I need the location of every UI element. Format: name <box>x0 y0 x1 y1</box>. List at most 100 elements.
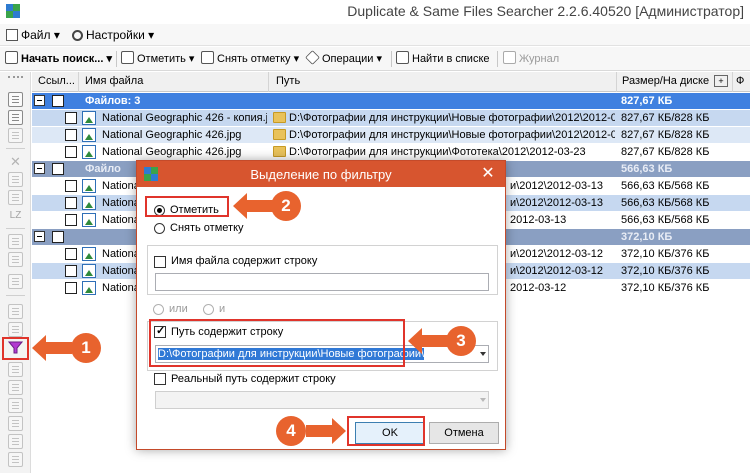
group-checkbox[interactable] <box>52 231 64 243</box>
journal-button[interactable]: Журнал <box>503 51 559 67</box>
mark-group-icon[interactable] <box>8 322 23 337</box>
menu-file[interactable]: Файл ▾ <box>6 27 60 43</box>
realpath-contains-combo[interactable] <box>155 391 489 409</box>
table-row[interactable]: National Geographic 426.jpg D:\Фотографи… <box>32 144 750 160</box>
mark-all-icon[interactable] <box>8 304 23 319</box>
collapse-group-icon[interactable] <box>34 231 45 242</box>
start-search-button[interactable]: Начать поиск... ▾ <box>5 51 112 67</box>
column-divider[interactable] <box>78 72 79 92</box>
toolbar-divider <box>497 51 498 67</box>
realpath-contains-checkbox[interactable] <box>154 373 166 385</box>
filename-contains-checkbox[interactable] <box>154 256 166 268</box>
image-file-icon <box>82 213 96 227</box>
window-title: Duplicate & Same Files Searcher 2.2.6.40… <box>347 3 744 19</box>
dialog-body: Отметить Снять отметку Имя файла содержи… <box>137 187 505 449</box>
file-icon <box>6 29 18 41</box>
filename-contains-input[interactable] <box>155 273 489 291</box>
column-extra[interactable]: Ф <box>736 75 744 87</box>
cancel-button[interactable]: Отмена <box>429 422 499 444</box>
realpath-contains-label[interactable]: Реальный путь содержит строку <box>171 373 336 385</box>
collapse-group-icon[interactable] <box>34 95 45 106</box>
column-path[interactable]: Путь <box>276 75 300 87</box>
mark-path-icon[interactable] <box>8 434 23 449</box>
move-icon[interactable] <box>8 190 23 205</box>
highlight-box <box>347 416 425 446</box>
start-search-label: Начать поиск... <box>21 53 104 65</box>
arrow-left-icon <box>32 335 72 361</box>
menu-settings[interactable]: Настройки ▾ <box>72 27 154 43</box>
find-in-list-button[interactable]: Найти в списке <box>396 51 490 67</box>
file-name: National Geographic 426 - копия.jpg <box>102 112 267 124</box>
recycle-icon[interactable] <box>8 172 23 187</box>
image-file-icon <box>82 247 96 261</box>
image-file-icon <box>82 111 96 125</box>
group-row[interactable]: Файлов: 3 827,67 КБ <box>32 93 750 109</box>
delete-icon[interactable]: ✕ <box>8 154 23 169</box>
file-size: 827,67 КБ/828 КБ <box>621 112 710 124</box>
or-radio[interactable] <box>153 304 164 315</box>
table-row[interactable]: National Geographic 426 - копия.jpg D:\Ф… <box>32 110 750 126</box>
step-badge: 3 <box>446 326 476 356</box>
mark-newest-icon[interactable] <box>8 380 23 395</box>
image-file-icon <box>82 128 96 142</box>
collapse-group-icon[interactable] <box>34 163 45 174</box>
file-checkbox[interactable] <box>65 197 77 209</box>
column-divider[interactable] <box>732 72 733 92</box>
step-badge: 2 <box>271 191 301 221</box>
list-icon[interactable] <box>8 128 23 143</box>
file-size: 566,63 КБ/568 КБ <box>621 180 710 192</box>
link-icon[interactable]: LZ <box>8 208 23 223</box>
folder-icon <box>273 129 286 140</box>
collapse-icon[interactable] <box>8 110 23 125</box>
file-checkbox[interactable] <box>65 129 77 141</box>
chevron-down-icon[interactable] <box>480 352 486 356</box>
tree-alt-icon[interactable] <box>8 252 23 267</box>
arrow-left-icon <box>408 328 448 354</box>
folder-icon <box>273 112 286 123</box>
file-checkbox[interactable] <box>65 265 77 277</box>
image-file-icon <box>82 179 96 193</box>
journal-icon <box>503 51 516 64</box>
column-divider[interactable] <box>616 72 617 92</box>
group-checkbox[interactable] <box>52 95 64 107</box>
and-radio[interactable] <box>203 304 214 315</box>
file-checkbox[interactable] <box>65 180 77 192</box>
group-checkbox[interactable] <box>52 163 64 175</box>
table-row[interactable]: National Geographic 426.jpg D:\Фотографи… <box>32 127 750 143</box>
copy-icon[interactable] <box>8 274 23 289</box>
app-icon <box>6 4 20 18</box>
column-size[interactable]: Размер/На диске <box>622 75 709 87</box>
mark-size-icon[interactable] <box>8 398 23 413</box>
mark-button[interactable]: Отметить ▾ <box>121 51 194 67</box>
group-size: 372,10 КБ <box>621 231 673 243</box>
mark-name-icon[interactable] <box>8 416 23 431</box>
checkbox-icon <box>121 51 134 64</box>
unmark-radio-label[interactable]: Снять отметку <box>170 222 244 234</box>
toolbar-divider <box>391 51 392 67</box>
unmark-radio[interactable] <box>154 223 165 234</box>
file-checkbox[interactable] <box>65 112 77 124</box>
file-checkbox[interactable] <box>65 214 77 226</box>
column-chooser-icon[interactable]: + <box>714 75 728 87</box>
file-checkbox[interactable] <box>65 248 77 260</box>
expand-icon[interactable] <box>8 92 23 107</box>
or-radio-label: или <box>169 303 188 315</box>
column-ref[interactable]: Ссыл... <box>38 75 75 87</box>
invert-icon[interactable] <box>8 452 23 467</box>
file-checkbox[interactable] <box>65 282 77 294</box>
find-in-list-label: Найти в списке <box>412 53 490 65</box>
file-size: 372,10 КБ/376 КБ <box>621 265 710 277</box>
file-checkbox[interactable] <box>65 146 77 158</box>
chevron-down-icon[interactable] <box>480 398 486 402</box>
highlight-box <box>2 337 29 360</box>
menu-settings-label: Настройки <box>86 28 145 42</box>
operations-button[interactable]: Операции ▾ <box>305 50 382 67</box>
close-icon[interactable]: ✕ <box>479 165 497 183</box>
mark-oldest-icon[interactable] <box>8 362 23 377</box>
filename-contains-label[interactable]: Имя файла содержит строку <box>171 255 317 267</box>
unmark-button[interactable]: Снять отметку ▾ <box>201 51 299 67</box>
column-filename[interactable]: Имя файла <box>85 75 143 87</box>
tree-icon[interactable] <box>8 234 23 249</box>
column-divider[interactable] <box>268 72 269 92</box>
group-label: Файлов: 3 <box>85 95 141 107</box>
